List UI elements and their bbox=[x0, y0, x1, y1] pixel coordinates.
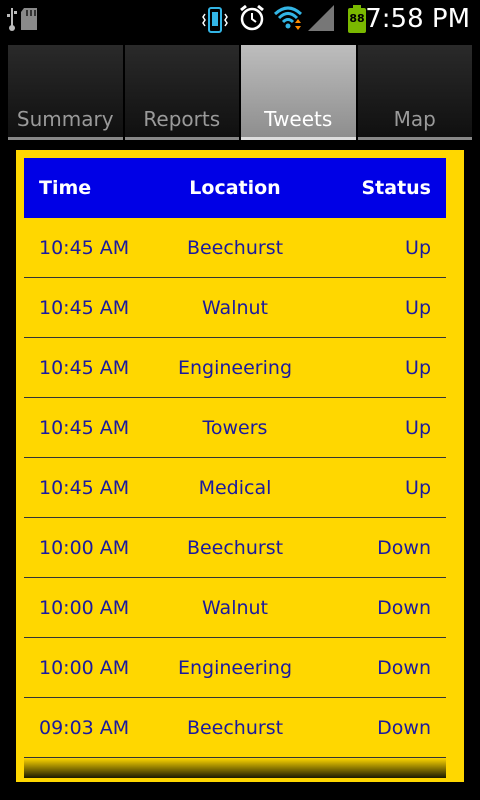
tab-label: Map bbox=[393, 107, 436, 131]
status-bar: 88 7:58 PM bbox=[0, 0, 480, 38]
table-row[interactable]: 10:00 AM Beechurst Down bbox=[24, 518, 446, 578]
row-status: Down bbox=[377, 717, 431, 739]
table-header: Time Location Status bbox=[24, 158, 446, 218]
row-location: Beechurst bbox=[186, 537, 284, 559]
vibrate-icon bbox=[201, 6, 229, 38]
row-time: 10:45 AM bbox=[39, 417, 130, 439]
tab-tweets[interactable]: Tweets bbox=[241, 45, 356, 140]
row-time: 10:45 AM bbox=[39, 477, 130, 499]
tab-map[interactable]: Map bbox=[357, 45, 472, 140]
row-location: Engineering bbox=[178, 357, 292, 379]
row-status: Up bbox=[405, 357, 431, 379]
table-row[interactable]: 10:45 AM Medical Up bbox=[24, 458, 446, 518]
tab-bar: Summary Reports Tweets Map bbox=[8, 45, 472, 140]
row-time: 09:03 AM bbox=[39, 717, 130, 739]
row-location: Walnut bbox=[201, 597, 269, 619]
table-row[interactable]: 10:45 AM Walnut Up bbox=[24, 278, 446, 338]
row-time: 10:45 AM bbox=[39, 237, 130, 259]
table-row[interactable]: 10:00 AM Walnut Down bbox=[24, 578, 446, 638]
header-time: Time bbox=[39, 177, 92, 199]
row-status: Up bbox=[405, 237, 431, 259]
sd-card-icon bbox=[20, 7, 38, 35]
table-row[interactable]: 10:45 AM Engineering Up bbox=[24, 338, 446, 398]
row-status: Down bbox=[377, 657, 431, 679]
tab-reports[interactable]: Reports bbox=[124, 45, 239, 140]
row-location: Beechurst bbox=[186, 717, 284, 739]
tweets-panel: Time Location Status 10:45 AM Beechurst … bbox=[16, 150, 464, 782]
row-status: Down bbox=[377, 597, 431, 619]
row-status: Down bbox=[377, 537, 431, 559]
row-time: 10:00 AM bbox=[39, 657, 130, 679]
clock: 7:58 PM bbox=[365, 4, 470, 34]
row-status: Up bbox=[405, 417, 431, 439]
row-time: 10:45 AM bbox=[39, 297, 130, 319]
tweets-list[interactable]: 10:45 AM Beechurst Up 10:45 AM Walnut Up… bbox=[24, 218, 446, 758]
table-row[interactable]: 10:45 AM Towers Up bbox=[24, 398, 446, 458]
tab-summary[interactable]: Summary bbox=[8, 45, 123, 140]
tab-label: Tweets bbox=[264, 107, 333, 131]
row-time: 10:45 AM bbox=[39, 357, 130, 379]
row-status: Up bbox=[405, 297, 431, 319]
scroll-fade-edge bbox=[24, 758, 446, 778]
row-location: Towers bbox=[202, 417, 268, 439]
usb-icon bbox=[6, 6, 18, 36]
header-location: Location bbox=[189, 177, 281, 199]
row-location: Engineering bbox=[178, 657, 292, 679]
tab-label: Summary bbox=[16, 107, 114, 131]
row-location: Medical bbox=[198, 477, 272, 499]
battery-level: 88 bbox=[349, 12, 365, 25]
row-location: Walnut bbox=[201, 297, 269, 319]
alarm-icon bbox=[238, 4, 266, 36]
header-status: Status bbox=[361, 177, 431, 199]
row-time: 10:00 AM bbox=[39, 537, 130, 559]
tab-label: Reports bbox=[143, 107, 221, 131]
signal-icon bbox=[306, 3, 336, 37]
row-location: Beechurst bbox=[186, 237, 284, 259]
table-row[interactable]: 09:03 AM Beechurst Down bbox=[24, 698, 446, 758]
row-time: 10:00 AM bbox=[39, 597, 130, 619]
row-status: Up bbox=[405, 477, 431, 499]
table-row[interactable]: 10:00 AM Engineering Down bbox=[24, 638, 446, 698]
table-row[interactable]: 10:45 AM Beechurst Up bbox=[24, 218, 446, 278]
wifi-icon bbox=[273, 3, 303, 37]
